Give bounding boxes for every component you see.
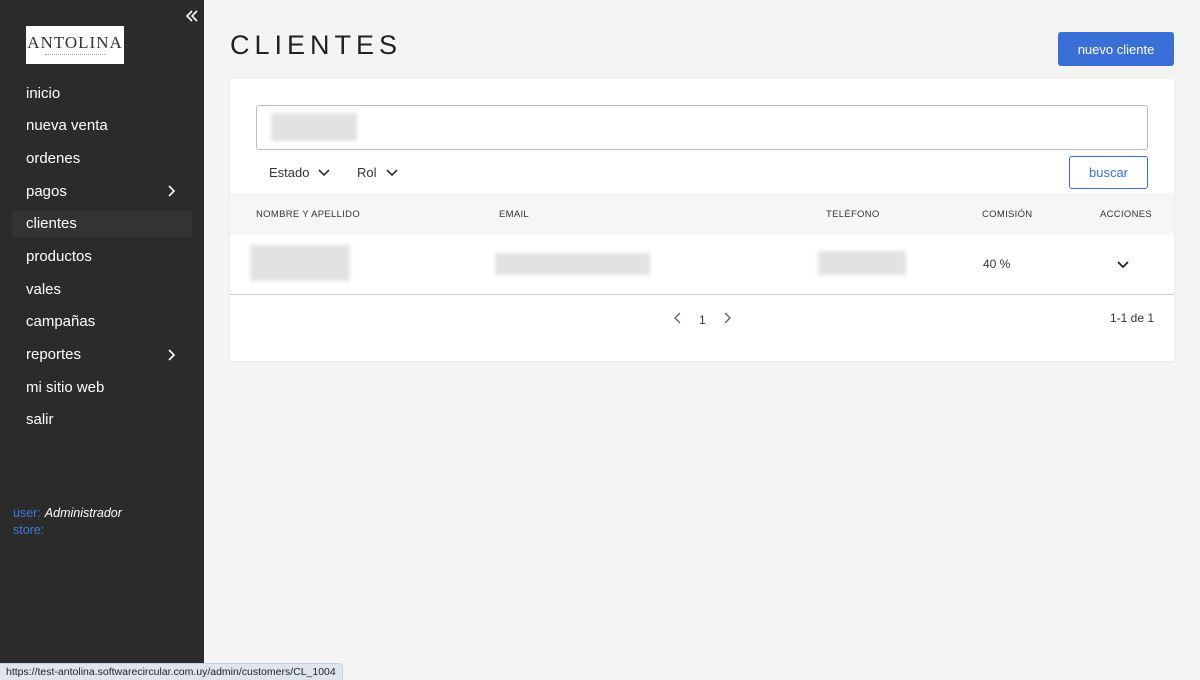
collapse-sidebar-icon[interactable] bbox=[183, 6, 201, 26]
page-title: CLIENTES bbox=[230, 30, 403, 60]
clients-card: Estado Rol buscar NOMBRE Y APELLIDO EMAI… bbox=[230, 79, 1174, 361]
store-label: store: bbox=[13, 523, 45, 537]
rol-filter[interactable]: Rol bbox=[357, 165, 399, 180]
estado-filter[interactable]: Estado bbox=[269, 165, 331, 180]
sidebar: ANTOLINA inicio nueva venta ordenes pago… bbox=[0, 0, 204, 680]
commission-cell: 40 % bbox=[983, 257, 1011, 271]
sidebar-item-label: salir bbox=[26, 411, 54, 429]
column-header-phone[interactable]: TELÉFONO bbox=[826, 209, 880, 220]
sidebar-item-mi-sitio-web[interactable]: mi sitio web bbox=[12, 374, 192, 400]
sidebar-item-label: ordenes bbox=[26, 149, 81, 167]
sidebar-item-campanas[interactable]: campañas bbox=[12, 309, 192, 335]
next-page-icon[interactable] bbox=[720, 310, 734, 326]
chevron-right-icon bbox=[164, 348, 178, 362]
column-header-email[interactable]: EMAIL bbox=[499, 209, 529, 220]
column-header-commission[interactable]: COMISIÓN bbox=[982, 209, 1032, 220]
user-value: Administrador bbox=[44, 506, 122, 520]
prev-page-icon[interactable] bbox=[671, 310, 685, 326]
sidebar-item-reportes[interactable]: reportes bbox=[12, 342, 192, 368]
sidebar-item-clientes[interactable]: clientes bbox=[12, 210, 192, 237]
brand-logo[interactable]: ANTOLINA bbox=[26, 26, 124, 64]
sidebar-item-label: inicio bbox=[26, 84, 61, 102]
rol-filter-label: Rol bbox=[357, 165, 377, 180]
current-page[interactable]: 1 bbox=[699, 313, 706, 327]
column-header-actions: ACCIONES bbox=[1100, 209, 1153, 220]
sidebar-item-label: productos bbox=[26, 247, 92, 265]
chevron-down-icon bbox=[318, 168, 331, 176]
redacted-name bbox=[250, 245, 350, 281]
search-button[interactable]: buscar bbox=[1069, 156, 1148, 189]
sidebar-item-label: nueva venta bbox=[26, 117, 108, 135]
pagination-summary: 1-1 de 1 bbox=[1110, 311, 1155, 325]
column-header-name[interactable]: NOMBRE Y APELLIDO bbox=[256, 209, 360, 220]
sidebar-item-vales[interactable]: vales bbox=[12, 276, 192, 302]
logo-text: ANTOLINA bbox=[27, 33, 123, 52]
user-line: user: Administrador bbox=[13, 505, 122, 522]
sidebar-item-label: clientes bbox=[26, 215, 77, 233]
logo-underline bbox=[45, 54, 105, 56]
session-info: user: Administrador store: bbox=[13, 505, 122, 539]
table-row[interactable]: 40 % bbox=[230, 235, 1174, 295]
redacted-email bbox=[495, 253, 650, 275]
expand-row-icon[interactable] bbox=[1114, 256, 1132, 274]
store-line: store: bbox=[13, 522, 122, 539]
sidebar-item-nueva-venta[interactable]: nueva venta bbox=[12, 113, 192, 139]
chevron-right-icon bbox=[164, 184, 178, 198]
user-label: user: bbox=[13, 506, 41, 520]
sidebar-nav: inicio nueva venta ordenes pagos cliente… bbox=[12, 80, 192, 440]
sidebar-item-ordenes[interactable]: ordenes bbox=[12, 145, 192, 171]
sidebar-item-productos[interactable]: productos bbox=[12, 243, 192, 269]
chevron-down-icon bbox=[385, 168, 398, 176]
sidebar-item-label: vales bbox=[26, 280, 62, 298]
sidebar-item-pagos[interactable]: pagos bbox=[12, 178, 192, 204]
sidebar-item-label: campañas bbox=[26, 313, 96, 331]
search-input[interactable] bbox=[256, 105, 1148, 150]
sidebar-item-label: reportes bbox=[26, 346, 82, 363]
sidebar-item-inicio[interactable]: inicio bbox=[12, 80, 192, 106]
sidebar-item-label: mi sitio web bbox=[26, 378, 105, 396]
sidebar-item-salir[interactable]: salir bbox=[12, 407, 192, 433]
redacted-search-text bbox=[271, 113, 357, 141]
status-bar-url: https://test-antolina.softwarecircular.c… bbox=[0, 663, 343, 680]
sidebar-item-label: pagos bbox=[26, 182, 67, 200]
redacted-phone bbox=[818, 251, 906, 275]
new-client-button[interactable]: nuevo cliente bbox=[1058, 32, 1174, 66]
estado-filter-label: Estado bbox=[269, 165, 310, 180]
